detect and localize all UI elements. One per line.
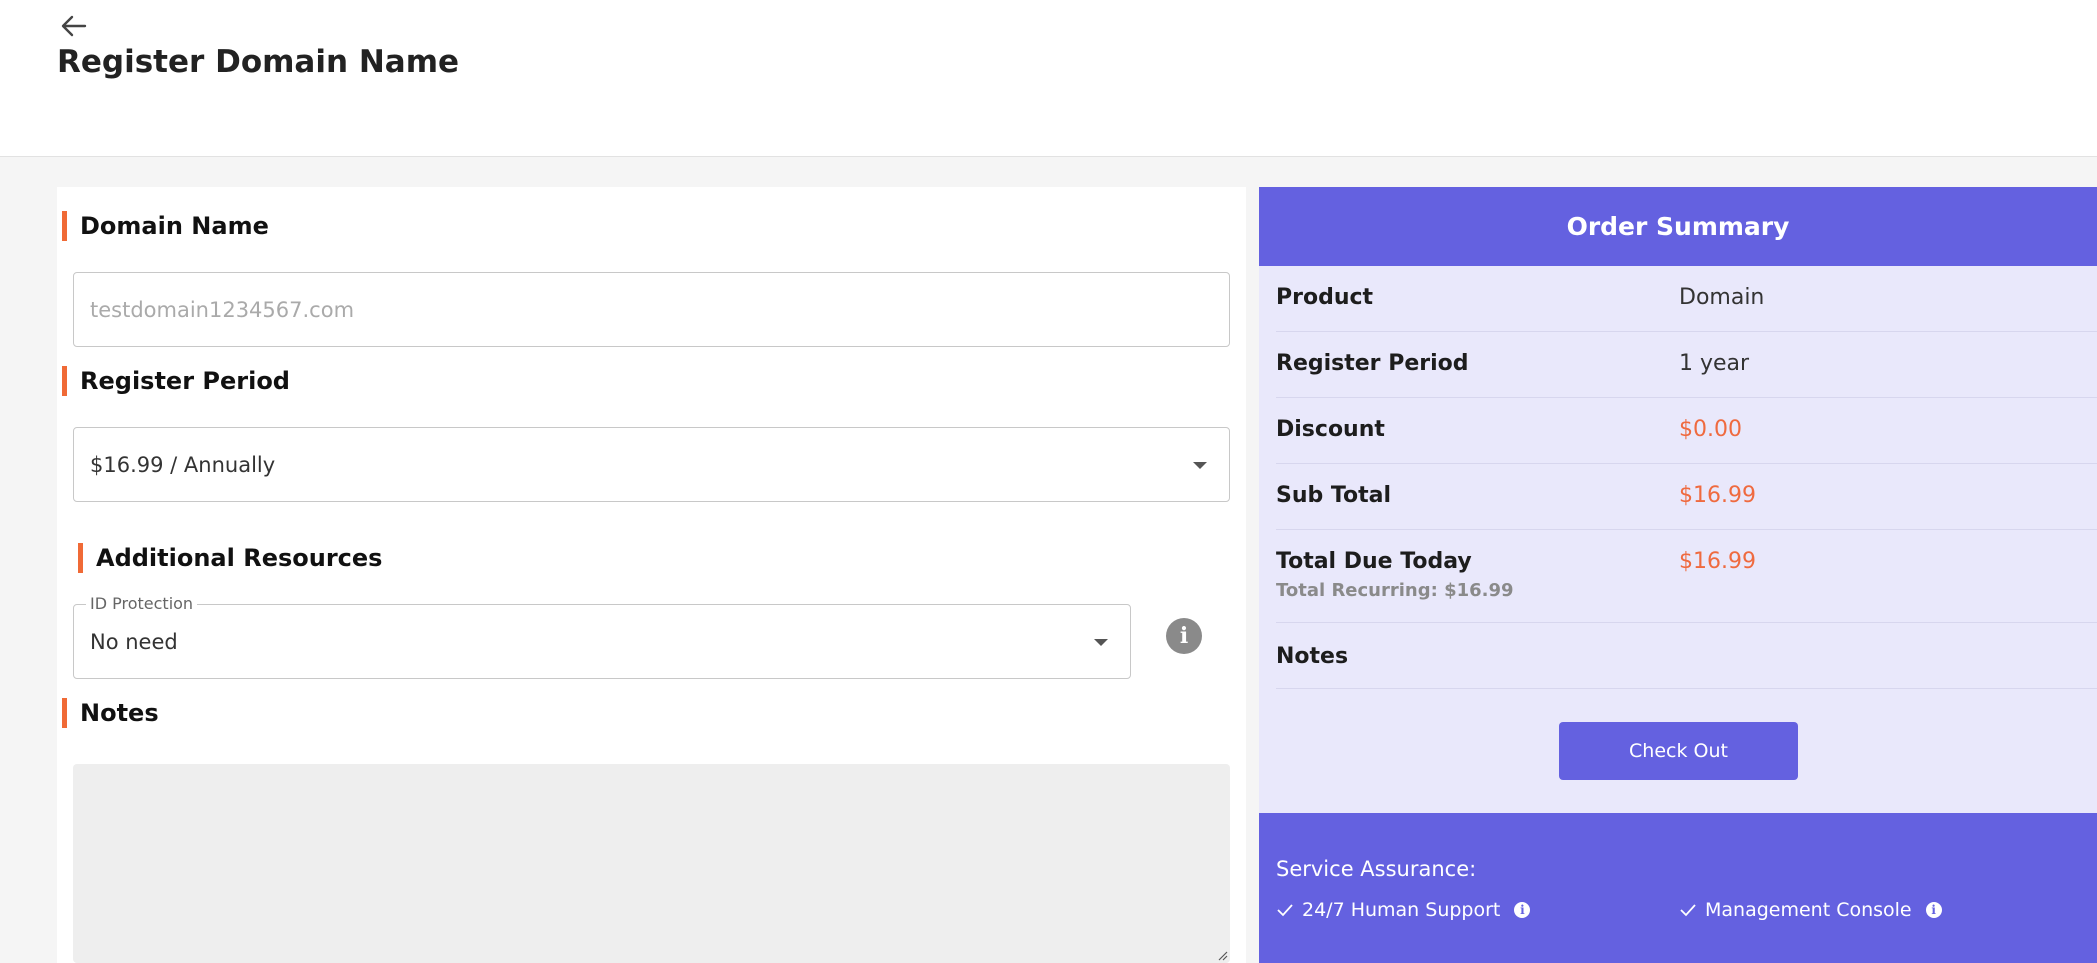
order-summary-panel: Order Summary Product Domain Register Pe… bbox=[1259, 187, 2097, 963]
assurance-item-support: 24/7 Human Support i bbox=[1276, 899, 1531, 921]
domain-name-placeholder: testdomain1234567.com bbox=[90, 297, 355, 322]
service-assurance-section: Service Assurance: 24/7 Human Support i … bbox=[1259, 813, 2097, 963]
summary-row-discount: Discount $0.00 bbox=[1276, 398, 2097, 464]
notes-heading: Notes bbox=[62, 698, 159, 728]
back-button[interactable] bbox=[56, 10, 92, 42]
summary-row-register-period: Register Period 1 year bbox=[1276, 332, 2097, 398]
summary-value: $0.00 bbox=[1679, 417, 1742, 442]
register-period-select[interactable]: $16.99 / Annually bbox=[73, 427, 1230, 502]
summary-label: Notes bbox=[1276, 644, 1349, 669]
domain-name-input[interactable]: testdomain1234567.com bbox=[73, 272, 1230, 347]
total-recurring-text: Total Recurring: $16.99 bbox=[1276, 580, 1514, 601]
info-icon[interactable]: i bbox=[1514, 902, 1531, 918]
chevron-down-icon bbox=[1094, 638, 1108, 646]
id-protection-select[interactable]: ID Protection No need bbox=[73, 594, 1131, 679]
summary-row-total-due: Total Due Today $16.99 Total Recurring: … bbox=[1276, 530, 2097, 623]
summary-label: Total Due Today bbox=[1276, 549, 1472, 574]
summary-row-product: Product Domain bbox=[1276, 266, 2097, 332]
id-protection-label: ID Protection bbox=[86, 594, 198, 613]
resize-grip-icon[interactable] bbox=[1216, 949, 1228, 961]
page-header: Register Domain Name bbox=[0, 0, 2097, 157]
register-period-value: $16.99 / Annually bbox=[90, 452, 276, 477]
register-period-heading: Register Period bbox=[62, 366, 290, 396]
info-icon[interactable]: i bbox=[1925, 902, 1942, 918]
assurance-item-console: Management Console i bbox=[1679, 899, 1942, 921]
summary-value: $16.99 bbox=[1679, 549, 1756, 574]
summary-label: Register Period bbox=[1276, 351, 1469, 376]
service-assurance-title: Service Assurance: bbox=[1276, 857, 1477, 881]
summary-row-notes: Notes bbox=[1276, 623, 2097, 689]
summary-label: Product bbox=[1276, 285, 1374, 310]
summary-value: 1 year bbox=[1679, 351, 1750, 376]
chevron-down-icon bbox=[1193, 461, 1207, 469]
info-icon[interactable]: i bbox=[1166, 618, 1202, 654]
domain-form: Domain Name testdomain1234567.com Regist… bbox=[57, 187, 1246, 963]
summary-row-subtotal: Sub Total $16.99 bbox=[1276, 464, 2097, 530]
arrow-left-icon bbox=[61, 15, 87, 37]
page-title: Register Domain Name bbox=[57, 44, 460, 80]
additional-resources-heading: Additional Resources bbox=[78, 543, 382, 573]
notes-textarea[interactable] bbox=[73, 764, 1230, 963]
id-protection-value: No need bbox=[90, 629, 178, 654]
checkmark-icon bbox=[1680, 904, 1696, 917]
order-summary-title: Order Summary bbox=[1259, 187, 2097, 266]
summary-label: Sub Total bbox=[1276, 483, 1392, 508]
summary-value: Domain bbox=[1679, 285, 1765, 310]
domain-name-heading: Domain Name bbox=[62, 211, 269, 241]
checkout-button[interactable]: Check Out bbox=[1559, 722, 1798, 780]
summary-label: Discount bbox=[1276, 417, 1385, 442]
summary-value: $16.99 bbox=[1679, 483, 1756, 508]
assurance-item-label: 24/7 Human Support bbox=[1302, 899, 1501, 921]
assurance-item-label: Management Console bbox=[1705, 899, 1912, 921]
checkmark-icon bbox=[1277, 904, 1293, 917]
